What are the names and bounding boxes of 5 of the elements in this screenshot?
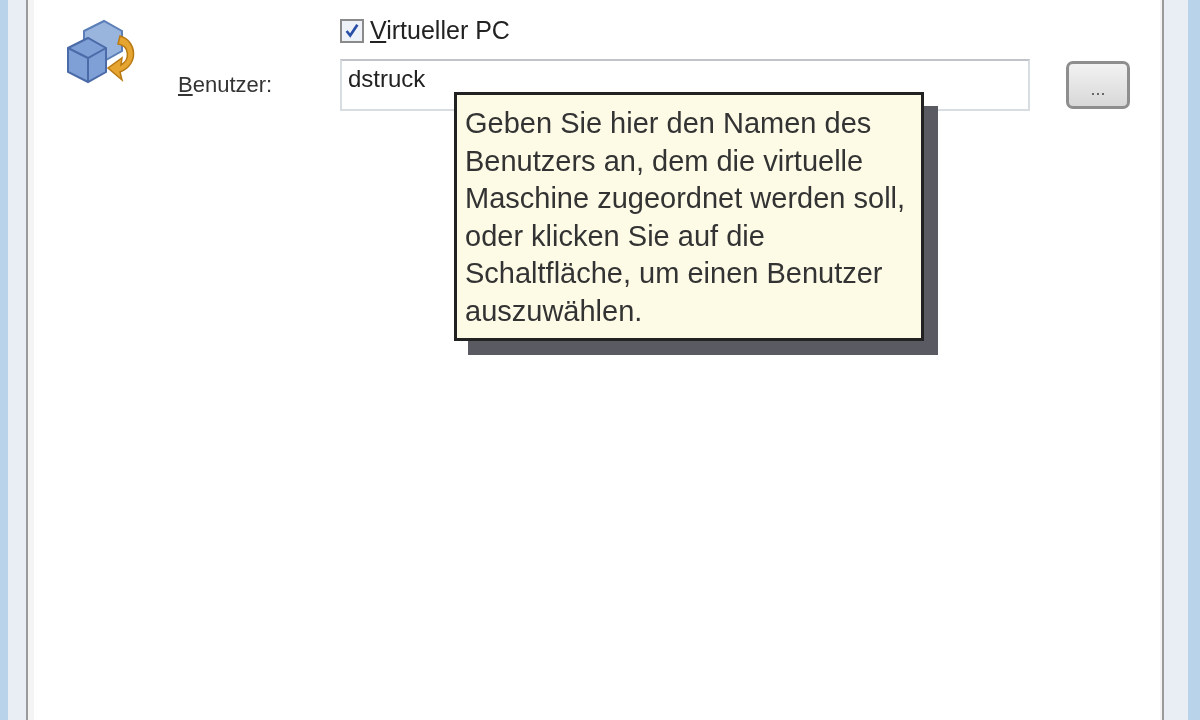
check-icon	[343, 21, 361, 40]
browse-button[interactable]: ...	[1066, 61, 1130, 109]
checkbox-label[interactable]: Virtueller PC	[370, 16, 510, 45]
user-label: Benutzer:	[178, 72, 274, 98]
checkbox[interactable]	[340, 18, 364, 43]
